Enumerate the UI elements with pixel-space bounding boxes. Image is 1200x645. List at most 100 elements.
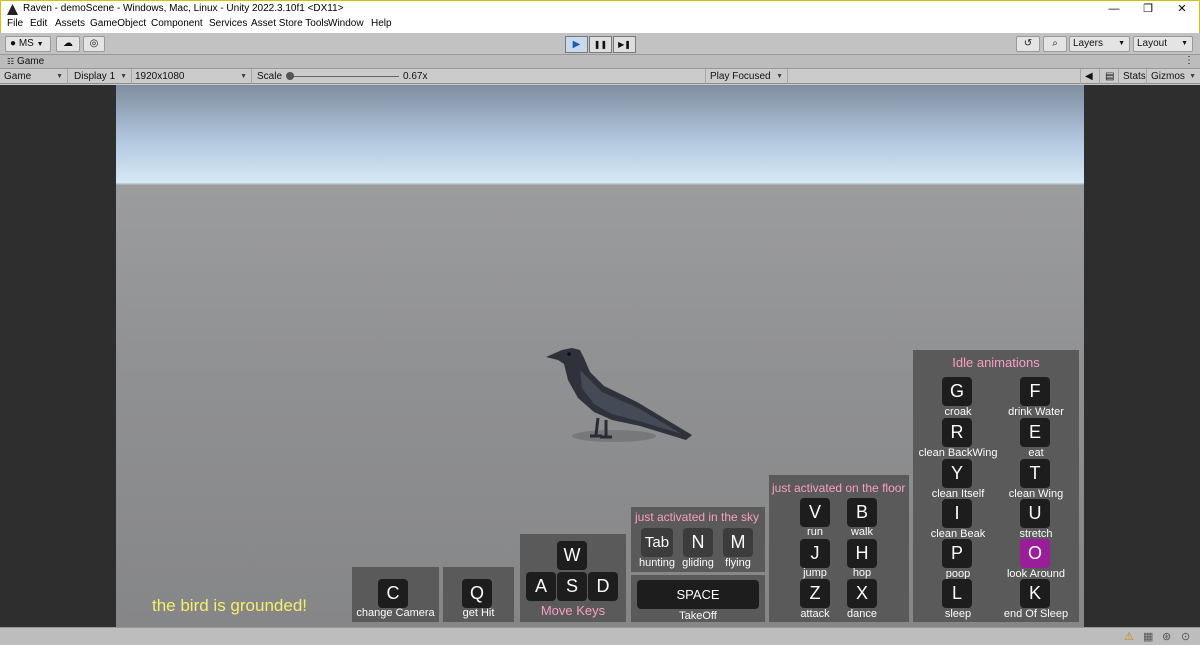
stats-toggle-button[interactable]: ▤ bbox=[1101, 69, 1119, 84]
gizmos-dropdown[interactable]: Gizmos ▼ bbox=[1147, 69, 1200, 84]
key-z[interactable]: Z bbox=[800, 579, 830, 608]
title-bar: Raven - demoScene - Windows, Mac, Linux … bbox=[0, 0, 1200, 17]
minimize-button[interactable]: — bbox=[1099, 1, 1129, 17]
key-m[interactable]: M bbox=[723, 528, 753, 557]
key-d[interactable]: D bbox=[588, 572, 618, 601]
stats-button[interactable]: Stats bbox=[1119, 69, 1147, 84]
key-l[interactable]: L bbox=[942, 579, 972, 608]
menu-window[interactable]: Window bbox=[328, 18, 364, 29]
key-t[interactable]: T bbox=[1020, 459, 1050, 488]
layout-label: Layout bbox=[1137, 38, 1168, 49]
resolution-dropdown[interactable]: 1920x1080 ▼ bbox=[131, 69, 252, 84]
key-w[interactable]: W bbox=[557, 541, 587, 570]
menu-gameobject[interactable]: GameObject bbox=[90, 18, 146, 29]
key-y[interactable]: Y bbox=[942, 459, 972, 488]
key-i[interactable]: I bbox=[942, 499, 972, 528]
key-o[interactable]: O bbox=[1020, 539, 1050, 568]
stats-label: Stats bbox=[1123, 71, 1146, 82]
close-button[interactable]: ✕ bbox=[1167, 1, 1197, 17]
chevron-down-icon: ▼ bbox=[1118, 40, 1125, 47]
window-title: Raven - demoScene - Windows, Mac, Linux … bbox=[23, 3, 344, 14]
account-dropdown[interactable]: ● MS ▼ bbox=[5, 36, 51, 52]
collab-icon: ◎ bbox=[89, 38, 99, 49]
settings-icon[interactable]: ⊙ bbox=[1181, 630, 1190, 643]
key-tab[interactable]: Tab bbox=[641, 528, 673, 557]
more-options-icon[interactable]: ⋮ bbox=[1184, 55, 1194, 66]
search-button[interactable]: ⌕ bbox=[1043, 36, 1067, 52]
key-a[interactable]: A bbox=[526, 572, 556, 601]
main-toolbar: ● MS ▼ ☁ ◎ ▶ ❚❚ ▶❚ ↺ ⌕ Layers ▼ Layout ▼ bbox=[0, 33, 1200, 55]
chevron-down-icon: ▼ bbox=[240, 73, 247, 80]
warning-icon[interactable]: ⚠ bbox=[1124, 630, 1134, 643]
step-button[interactable]: ▶❚ bbox=[613, 36, 636, 53]
key-h-label: hop bbox=[852, 567, 872, 579]
key-r-label: clean BackWing bbox=[918, 447, 998, 459]
key-g[interactable]: G bbox=[942, 377, 972, 406]
move-keys-label: Move Keys bbox=[540, 603, 606, 618]
key-c-label: change Camera bbox=[356, 607, 435, 619]
menu-component[interactable]: Component bbox=[151, 18, 203, 29]
key-c[interactable]: C bbox=[378, 579, 408, 608]
gizmos-label: Gizmos bbox=[1151, 71, 1185, 82]
game-view-toolbar: Game ▼ Display 1 ▼ 1920x1080 ▼ Scale 0.67x … bbox=[0, 69, 1200, 84]
chevron-down-icon: ▼ bbox=[36, 41, 44, 48]
key-space[interactable]: SPACE bbox=[637, 580, 759, 609]
menu-services[interactable]: Services bbox=[209, 18, 247, 29]
game-controller-icon: ☷ bbox=[7, 57, 15, 66]
play-mode-dropdown[interactable]: Play Focused ▼ bbox=[705, 69, 788, 84]
history-button[interactable]: ↺ bbox=[1016, 36, 1040, 52]
key-s[interactable]: S bbox=[557, 572, 587, 601]
tab-bar: ☷ Game ⋮ bbox=[0, 55, 1200, 69]
key-tab-label: hunting bbox=[638, 557, 676, 569]
sky-panel-title: just activated in the sky bbox=[635, 510, 760, 524]
menu-edit[interactable]: Edit bbox=[30, 18, 47, 29]
key-f-label: drink Water bbox=[1008, 406, 1064, 418]
view-dropdown[interactable]: Game ▼ bbox=[0, 69, 68, 84]
game-scene[interactable]: the bird is grounded! C change Camera Q … bbox=[116, 85, 1084, 627]
key-v[interactable]: V bbox=[800, 498, 830, 527]
mute-audio-button[interactable]: ◀ bbox=[1080, 69, 1100, 84]
key-p[interactable]: P bbox=[942, 539, 972, 568]
scale-slider-thumb[interactable] bbox=[286, 72, 294, 80]
collab-button[interactable]: ◎ bbox=[83, 36, 105, 52]
menu-assets[interactable]: Assets bbox=[55, 18, 85, 29]
play-mode-label: Play Focused bbox=[710, 71, 771, 82]
layers-dropdown[interactable]: Layers ▼ bbox=[1069, 36, 1130, 52]
key-j[interactable]: J bbox=[800, 539, 830, 568]
menu-help[interactable]: Help bbox=[371, 18, 392, 29]
key-n[interactable]: N bbox=[683, 528, 713, 557]
cloud-button[interactable]: ☁ bbox=[56, 36, 80, 52]
camera-panel: C change Camera bbox=[352, 567, 439, 622]
key-e[interactable]: E bbox=[1020, 418, 1050, 447]
key-f[interactable]: F bbox=[1020, 377, 1050, 406]
hit-panel: Q get Hit bbox=[443, 567, 514, 622]
progress-icon[interactable]: ▦ bbox=[1143, 630, 1153, 643]
debug-icon[interactable]: ⊛ bbox=[1162, 630, 1171, 643]
key-e-label: eat bbox=[1028, 447, 1044, 459]
key-r[interactable]: R bbox=[942, 418, 972, 447]
scale-slider-track[interactable] bbox=[289, 76, 399, 77]
menu-asset-store-tools[interactable]: Asset Store Tools bbox=[251, 18, 329, 29]
search-icon: ⌕ bbox=[1052, 38, 1058, 49]
key-b[interactable]: B bbox=[847, 498, 877, 527]
play-button[interactable]: ▶ bbox=[565, 36, 588, 53]
key-h[interactable]: H bbox=[847, 539, 877, 568]
key-u[interactable]: U bbox=[1020, 499, 1050, 528]
key-g-label: croak bbox=[944, 406, 972, 418]
menu-file[interactable]: File bbox=[7, 18, 23, 29]
display-label: Display 1 bbox=[74, 71, 116, 82]
key-q[interactable]: Q bbox=[462, 579, 492, 608]
key-x[interactable]: X bbox=[847, 579, 877, 608]
unity-logo-icon bbox=[7, 4, 18, 15]
key-space-label: TakeOff bbox=[679, 610, 717, 622]
maximize-button[interactable]: ❐ bbox=[1133, 1, 1163, 17]
key-k[interactable]: K bbox=[1020, 579, 1050, 608]
floor-panel-title: just activated on the floor bbox=[772, 481, 906, 495]
layout-dropdown[interactable]: Layout ▼ bbox=[1133, 36, 1193, 52]
scale-control: Scale 0.67x bbox=[253, 69, 703, 84]
sky-panel: just activated in the sky Tab hunting N … bbox=[631, 507, 765, 572]
display-dropdown[interactable]: Display 1 ▼ bbox=[70, 69, 132, 84]
tab-game[interactable]: ☷ Game bbox=[3, 56, 48, 69]
pause-button[interactable]: ❚❚ bbox=[589, 36, 612, 53]
takeoff-panel: SPACE TakeOff bbox=[631, 575, 765, 622]
